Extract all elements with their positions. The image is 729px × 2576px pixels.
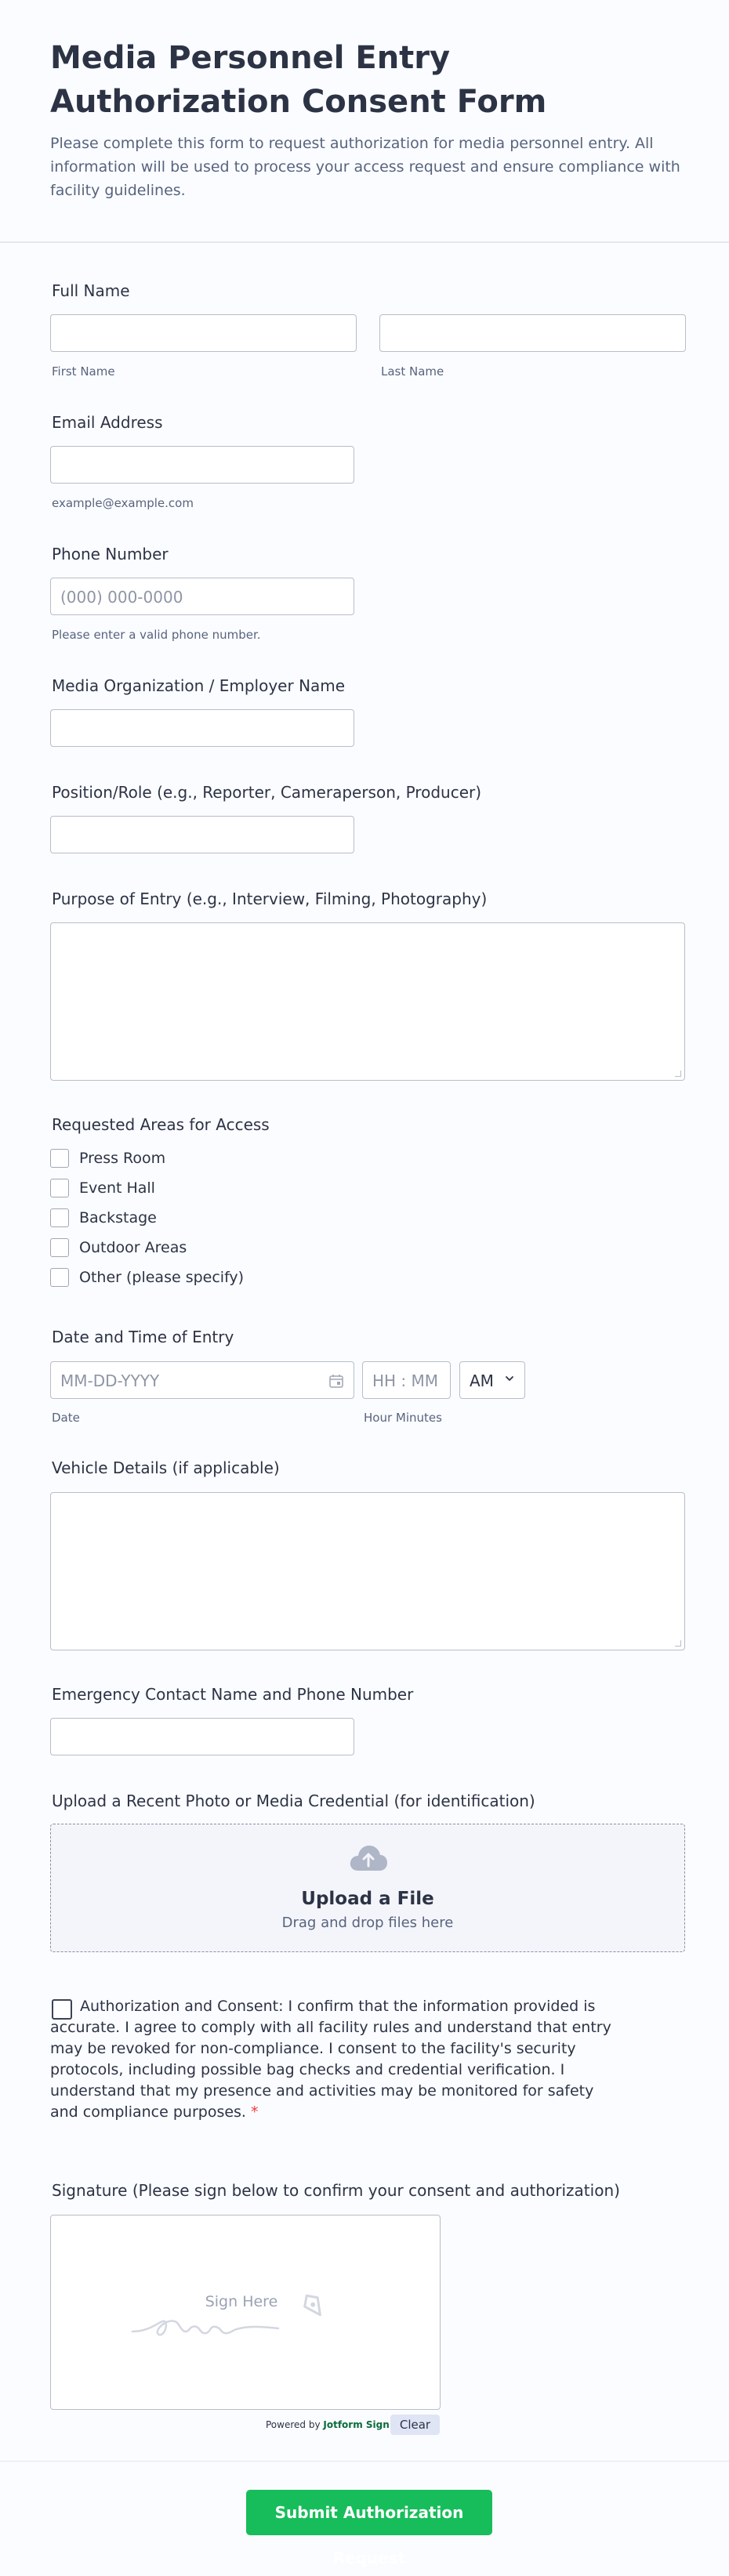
form-title: Media Personnel Entry Authorization Cons…: [50, 40, 547, 120]
signature-label: Signature (Please sign below to confirm …: [52, 2181, 620, 2200]
email-label: Email Address: [52, 413, 163, 432]
file-upload-dropzone[interactable]: Upload a File Drag and drop files here: [50, 1824, 685, 1952]
position-label: Position/Role (e.g., Reporter, Cameraper…: [52, 783, 482, 802]
time-sublabel: Hour Minutes: [364, 1411, 442, 1425]
upload-label: Upload a Recent Photo or Media Credentia…: [52, 1792, 535, 1810]
purpose-label: Purpose of Entry (e.g., Interview, Filmi…: [52, 889, 488, 908]
form-header: Media Personnel Entry Authorization Cons…: [0, 0, 729, 243]
email-input[interactable]: [50, 446, 354, 484]
area-option-label: Outdoor Areas: [79, 1239, 187, 1256]
checkbox[interactable]: [50, 1238, 69, 1257]
chevron-down-icon: [506, 1376, 513, 1381]
calendar-icon[interactable]: [328, 1373, 344, 1389]
organization-input[interactable]: [50, 709, 354, 747]
area-option-label: Event Hall: [79, 1179, 155, 1197]
emergency-input[interactable]: [50, 1718, 354, 1755]
submit-button[interactable]: Submit Authorization Request: [246, 2490, 492, 2567]
checkbox[interactable]: [50, 1149, 69, 1168]
date-placeholder: MM-DD-YYYY: [60, 1371, 160, 1390]
area-option-label: Backstage: [79, 1209, 157, 1226]
full-name-label: Full Name: [52, 281, 130, 300]
first-name-input[interactable]: [50, 314, 357, 352]
purpose-textarea[interactable]: [50, 922, 685, 1081]
required-asterisk: *: [250, 2103, 259, 2121]
phone-sublabel: Please enter a valid phone number.: [52, 628, 261, 642]
form-subtitle: Please complete this form to request aut…: [50, 135, 680, 199]
phone-label: Phone Number: [52, 545, 169, 563]
areas-label: Requested Areas for Access: [52, 1115, 270, 1134]
signature-pad[interactable]: Sign Here: [50, 2215, 441, 2410]
upload-cloud-icon: [350, 1846, 387, 1871]
upload-title: Upload a File: [301, 1889, 434, 1909]
first-name-sublabel: First Name: [52, 364, 115, 379]
jotform-sign-link[interactable]: Jotform Sign: [323, 2419, 389, 2430]
time-placeholder: HH : MM: [372, 1371, 439, 1390]
footer-divider: [0, 2461, 729, 2462]
powered-by-text: Powered by Jotform Sign: [266, 2418, 390, 2431]
email-sublabel: example@example.com: [52, 496, 194, 510]
time-input[interactable]: HH : MM: [362, 1361, 451, 1399]
checkbox[interactable]: [50, 1179, 69, 1197]
area-option-label: Press Room: [79, 1150, 166, 1167]
date-input[interactable]: MM-DD-YYYY: [50, 1361, 354, 1399]
resize-grip-icon[interactable]: [675, 1640, 681, 1647]
emergency-label: Emergency Contact Name and Phone Number: [52, 1685, 414, 1704]
position-input[interactable]: [50, 816, 354, 853]
phone-input[interactable]: (000) 000-0000: [50, 578, 354, 615]
resize-grip-icon[interactable]: [675, 1071, 681, 1077]
ampm-select[interactable]: AM: [459, 1361, 525, 1399]
vehicle-textarea[interactable]: [50, 1492, 685, 1650]
consent-text: Authorization and Consent: I confirm tha…: [50, 1996, 615, 2123]
organization-label: Media Organization / Employer Name: [52, 676, 346, 695]
area-option-label: Other (please specify): [79, 1269, 245, 1286]
last-name-sublabel: Last Name: [381, 364, 444, 379]
checkbox[interactable]: [50, 1208, 69, 1227]
last-name-input[interactable]: [379, 314, 686, 352]
sign-here-placeholder: Sign Here: [205, 2293, 278, 2310]
date-sublabel: Date: [52, 1411, 80, 1425]
ampm-value: AM: [470, 1371, 494, 1390]
consent-text-body: Authorization and Consent: I confirm tha…: [50, 1998, 611, 2121]
clear-signature-button[interactable]: Clear: [390, 2415, 440, 2435]
powered-prefix: Powered by: [266, 2419, 321, 2430]
checkbox[interactable]: [50, 1268, 69, 1287]
vehicle-label: Vehicle Details (if applicable): [52, 1458, 280, 1477]
phone-placeholder: (000) 000-0000: [60, 588, 183, 607]
upload-subtitle: Drag and drop files here: [281, 1915, 454, 1931]
datetime-label: Date and Time of Entry: [52, 1328, 234, 1346]
